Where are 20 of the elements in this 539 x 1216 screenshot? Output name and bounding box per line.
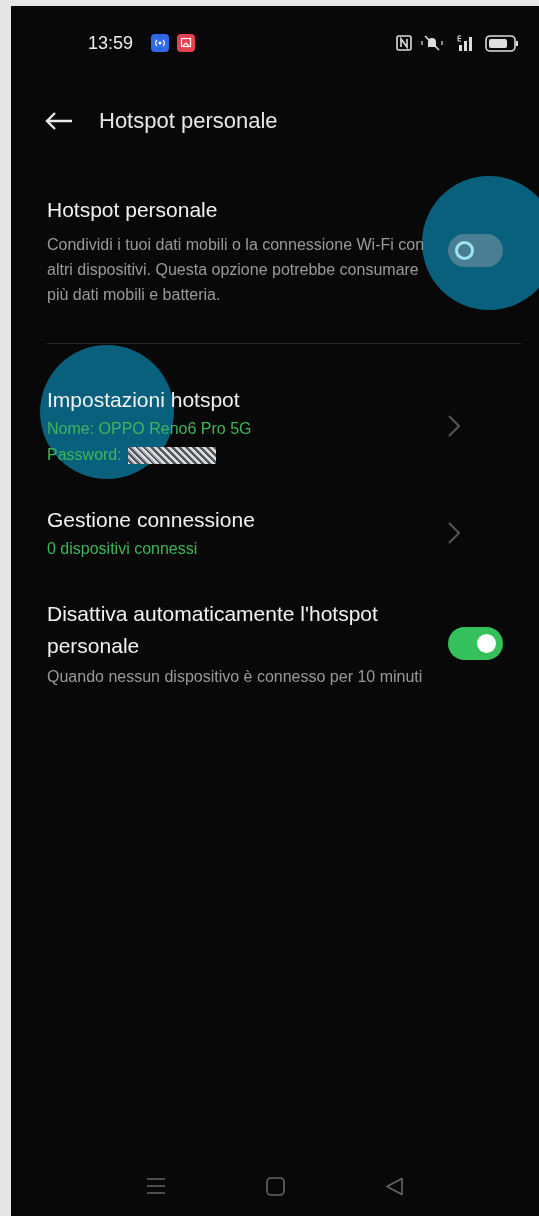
- setting-title[interactable]: Gestione connessione: [47, 504, 255, 536]
- muted-bell-icon: [421, 34, 443, 52]
- setting-title[interactable]: Disattiva automaticamente l'hotspot personale: [47, 598, 432, 662]
- menu-icon[interactable]: [146, 1177, 166, 1195]
- home-square-icon[interactable]: [266, 1176, 285, 1196]
- setting-subtitle: 0 dispositivi connessi: [47, 539, 198, 559]
- chevron-right-icon[interactable]: [448, 415, 460, 437]
- setting-description: Quando nessun dispositivo è connesso per 10 minuti: [47, 667, 423, 687]
- back-arrow-icon[interactable]: [45, 111, 73, 131]
- status-time: 13:59: [88, 32, 134, 54]
- cast-notification-icon: [177, 34, 196, 52]
- page-title: Hotspot personale: [99, 108, 278, 134]
- back-triangle-icon[interactable]: [385, 1176, 404, 1196]
- battery-icon: [485, 34, 519, 52]
- chevron-right-icon[interactable]: [448, 522, 460, 544]
- setting-title[interactable]: Impostazioni hotspot: [47, 384, 240, 416]
- toggle-switch[interactable]: [448, 627, 503, 660]
- setting-title: Hotspot personale: [47, 197, 218, 223]
- hotspot-notification-icon: [151, 34, 170, 52]
- nfc-icon: [396, 35, 412, 51]
